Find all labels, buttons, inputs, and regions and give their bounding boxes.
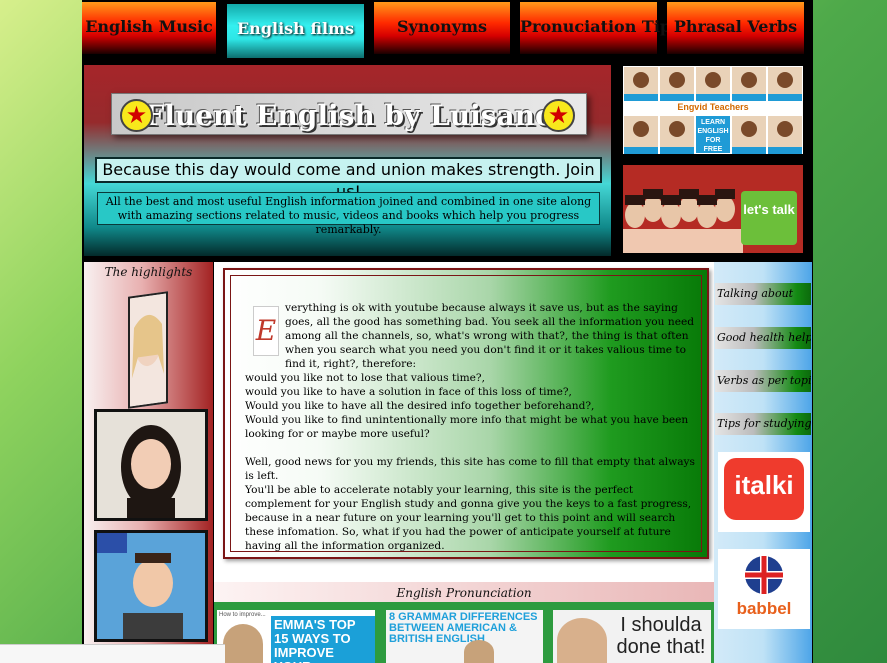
pronunciation-title: English Pronunciation <box>396 586 532 600</box>
pronunciation-header: English Pronunciation <box>214 582 714 602</box>
nav-tab-pronunciation-tips[interactable]: Pronuciation Tips <box>520 2 680 54</box>
nav-tab-english-music[interactable]: English Music <box>82 2 216 54</box>
video-small-text: How to improve... <box>219 612 266 618</box>
intro-paragraph-2: would you like not to lose that valious … <box>245 372 689 440</box>
babbel-label: babbel <box>736 599 792 618</box>
intro-card-inner: E verything is ok with youtube because a… <box>230 275 702 552</box>
sidebar-link-talking-about[interactable]: Talking about <box>715 283 811 305</box>
nav-tab-phrasal-verbs[interactable]: Phrasal Verbs <box>667 2 804 54</box>
uk-flag-icon <box>745 556 783 594</box>
lets-talk-label: let's talk <box>743 202 795 217</box>
intro-card: E verything is ok with youtube because a… <box>223 268 709 559</box>
presenter-image <box>223 624 263 663</box>
intro-paragraph-3: Well, good news for you my friends, this… <box>245 456 695 552</box>
nav-tab-synonyms[interactable]: Synonyms <box>374 2 510 54</box>
intro-text: verything is ok with youtube because alw… <box>245 301 695 553</box>
lets-talk-ad[interactable]: let's talk <box>623 165 803 253</box>
video-thumbnail-grammar[interactable]: 8 GRAMMAR DIFFERENCES BETWEEN AMERICAN &… <box>386 610 543 663</box>
presenter-image <box>557 618 607 663</box>
site-description: All the best and most useful English inf… <box>97 192 600 236</box>
engvid-teachers-ad[interactable]: Engvid Teachers LEARN ENGLISH FOR FREE <box>623 66 803 154</box>
italki-label: italki <box>734 470 794 500</box>
page-frame: English Music English films Synonyms Pro… <box>82 0 813 663</box>
sidebar-link-verbs-per-topic[interactable]: Verbs as per topic <box>715 370 811 392</box>
highlights-sidebar: The highlights <box>84 262 213 663</box>
main-content: E verything is ok with youtube because a… <box>214 262 714 582</box>
slogan: Because this day would come and union ma… <box>95 157 602 201</box>
horizontal-scrollbar[interactable] <box>0 644 225 663</box>
highlight-image <box>97 533 205 639</box>
engvid-heading: Engvid Teachers <box>677 102 749 112</box>
right-sidebar: Talking about Good health helps Verbs as… <box>714 262 812 663</box>
sidebar-link-good-health[interactable]: Good health helps <box>715 327 811 349</box>
video-caption: EMMA'S TOP 15 WAYS TO IMPROVE YOUR <box>271 616 375 663</box>
video-thumbnail-shoulda[interactable]: I shoulda done that! <box>553 610 711 663</box>
highlights-title: The highlights <box>104 265 193 279</box>
engvid-center-text: LEARN ENGLISH FOR FREE <box>697 119 729 153</box>
italki-ad[interactable]: italki <box>718 452 810 532</box>
site-title: Fluent English by Luisano <box>144 99 554 132</box>
intro-paragraph-1: verything is ok with youtube because alw… <box>285 302 695 370</box>
highlight-image <box>130 293 166 407</box>
highlight-photo-man[interactable] <box>94 530 208 642</box>
video-caption: 8 GRAMMAR DIFFERENCES BETWEEN AMERICAN &… <box>389 611 538 645</box>
nav-tab-english-films[interactable]: English films <box>227 4 364 58</box>
presenter-image <box>464 640 494 663</box>
video-thumbnail-emma[interactable]: How to improve... EMMA'S TOP 15 WAYS TO … <box>217 610 375 663</box>
highlight-photo-woman[interactable] <box>94 409 208 521</box>
pronunciation-videos: How to improve... EMMA'S TOP 15 WAYS TO … <box>214 602 714 663</box>
star-icon: ★ <box>120 99 153 132</box>
star-icon: ★ <box>542 99 575 132</box>
site-header: Fluent English by Luisano ★ ★ Because th… <box>84 65 611 256</box>
video-caption: I shoulda done that! <box>616 614 706 658</box>
highlight-photo-blonde[interactable] <box>128 291 168 409</box>
sidebar-link-tips-studying[interactable]: Tips for studying <box>715 413 811 435</box>
title-banner: Fluent English by Luisano ★ ★ <box>111 93 587 135</box>
babbel-ad[interactable]: babbel <box>718 549 810 629</box>
highlight-image <box>97 412 205 518</box>
